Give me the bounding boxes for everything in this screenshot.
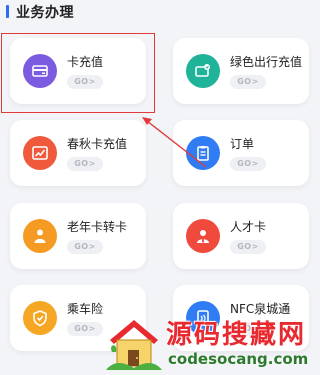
section-title: 业务办理 — [16, 5, 74, 21]
card-label: 春秋卡充值 — [67, 137, 128, 151]
go-button[interactable]: GO> — [230, 75, 266, 89]
elder-icon — [23, 219, 57, 253]
card-label: 绿色出行充值 — [230, 55, 303, 69]
card-label: 老年卡转卡 — [67, 220, 128, 234]
go-button[interactable]: GO> — [230, 240, 266, 254]
go-button[interactable]: GO> — [230, 157, 266, 171]
watermark-house-logo — [106, 320, 162, 370]
card-elder-transfer[interactable]: 老年卡转卡 GO> — [10, 203, 146, 269]
card-spring-autumn-recharge[interactable]: 春秋卡充值 GO> — [10, 120, 146, 186]
card-label: 乘车险 — [67, 302, 104, 316]
card-label: 订单 — [230, 137, 255, 151]
watermark-domain: codesocang.com — [168, 350, 309, 368]
talent-icon — [186, 219, 220, 253]
order-icon — [186, 136, 220, 170]
green-travel-icon — [186, 54, 220, 88]
card-label: 人才卡 — [230, 220, 267, 234]
highlight-annotation-box — [1, 33, 155, 113]
shield-icon — [23, 301, 57, 335]
section-header: 业务办理 — [0, 0, 320, 30]
go-button[interactable]: GO> — [67, 157, 103, 171]
go-button[interactable]: GO> — [67, 240, 103, 254]
go-button[interactable]: GO> — [67, 322, 103, 336]
chart-card-icon — [23, 136, 57, 170]
card-talent[interactable]: 人才卡 GO> — [173, 203, 309, 269]
watermark: 源码搜藏网 codesocang.com — [104, 312, 320, 375]
card-orders[interactable]: 订单 GO> — [173, 120, 309, 186]
section-accent-bar — [6, 5, 9, 18]
watermark-title: 源码搜藏网 — [166, 320, 307, 350]
card-green-travel-recharge[interactable]: 绿色出行充值 GO> — [173, 38, 309, 104]
